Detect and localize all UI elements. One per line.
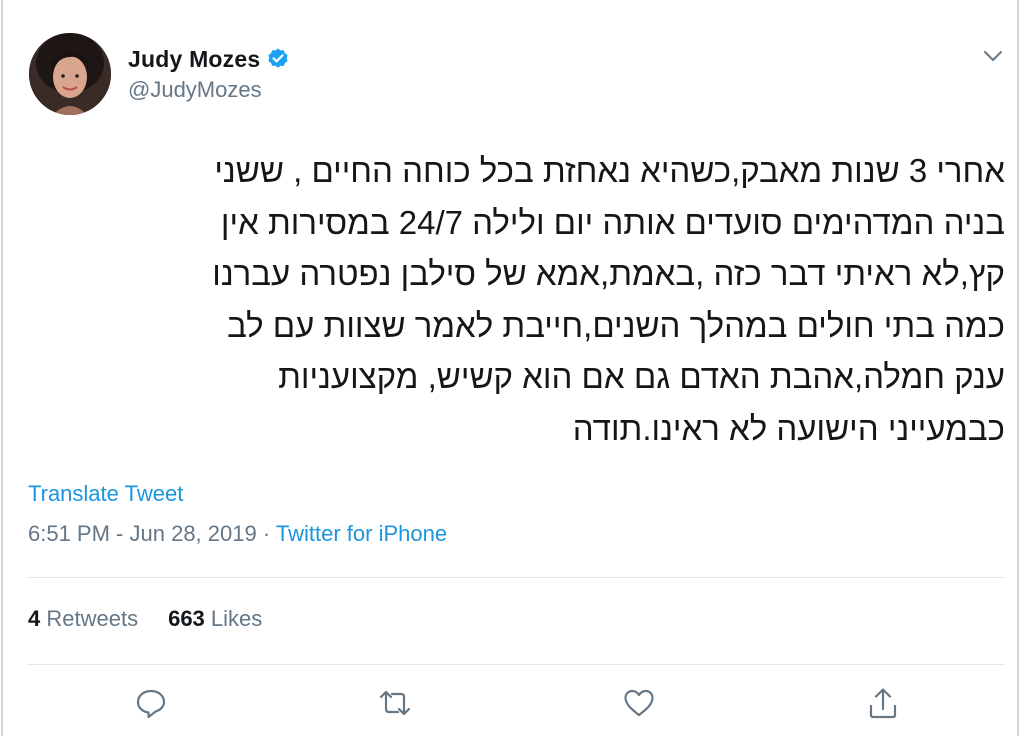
retweets-count: 4: [28, 606, 41, 631]
tweet-time[interactable]: 6:51 PM: [28, 521, 110, 546]
verified-badge-icon: [266, 47, 290, 71]
avatar[interactable]: [29, 33, 111, 115]
display-name-row: Judy Mozes: [128, 42, 290, 76]
meta-separator: ·: [256, 521, 276, 546]
tweet-actions: [3, 686, 1017, 722]
user-handle[interactable]: @JudyMozes: [128, 77, 262, 103]
tweet-source-link[interactable]: Twitter for iPhone: [276, 521, 447, 546]
tweet-card: Judy Mozes @JudyMozes אחרי 3 שנות מאבק,כ…: [1, 0, 1019, 736]
divider: [27, 577, 1005, 578]
translate-tweet-link[interactable]: Translate Tweet: [28, 481, 183, 507]
tweet-text-line: קץ,לא ראיתי דבר כזה ,באמת,אמא של סילבן נ…: [212, 255, 1005, 292]
tweet-stats: 4 Retweets 663 Likes: [28, 606, 262, 632]
reply-icon[interactable]: [134, 686, 168, 720]
divider: [27, 664, 1005, 665]
likes-stat[interactable]: 663 Likes: [168, 606, 262, 631]
tweet-text: אחרי 3 שנות מאבק,כשהיא נאחזת בכל כוחה הח…: [23, 145, 1005, 454]
likes-label: Likes: [204, 606, 263, 631]
retweets-label: Retweets: [40, 606, 139, 631]
tweet-text-line: אחרי 3 שנות מאבק,כשהיא נאחזת בכל כוחה הח…: [214, 152, 1005, 189]
tweet-text-line: כבמעייני הישועה לא ראינו.תודה: [572, 409, 1005, 447]
share-icon[interactable]: [866, 686, 900, 720]
retweet-icon[interactable]: [378, 686, 412, 720]
likes-count: 663: [168, 606, 205, 631]
avatar-image: [29, 33, 111, 115]
meta-separator: -: [109, 521, 130, 546]
heart-icon[interactable]: [622, 686, 656, 720]
chevron-down-icon[interactable]: [981, 44, 1005, 68]
tweet-date[interactable]: Jun 28, 2019: [130, 521, 257, 546]
tweet-meta: 6:51 PM - Jun 28, 2019 · Twitter for iPh…: [28, 521, 447, 547]
retweets-stat[interactable]: 4 Retweets: [28, 606, 138, 631]
tweet-text-line: כמה בתי חולים במהלך השנים,חייבת לאמר שצו…: [227, 306, 1005, 344]
display-name[interactable]: Judy Mozes: [128, 46, 260, 73]
tweet-text-line: בניה המדהימים סועדים אותה יום ולילה 24/7…: [220, 203, 1005, 241]
tweet-text-line: ענק חמלה,אהבת האדם גם אם הוא קשיש, מקצוע…: [278, 358, 1005, 395]
